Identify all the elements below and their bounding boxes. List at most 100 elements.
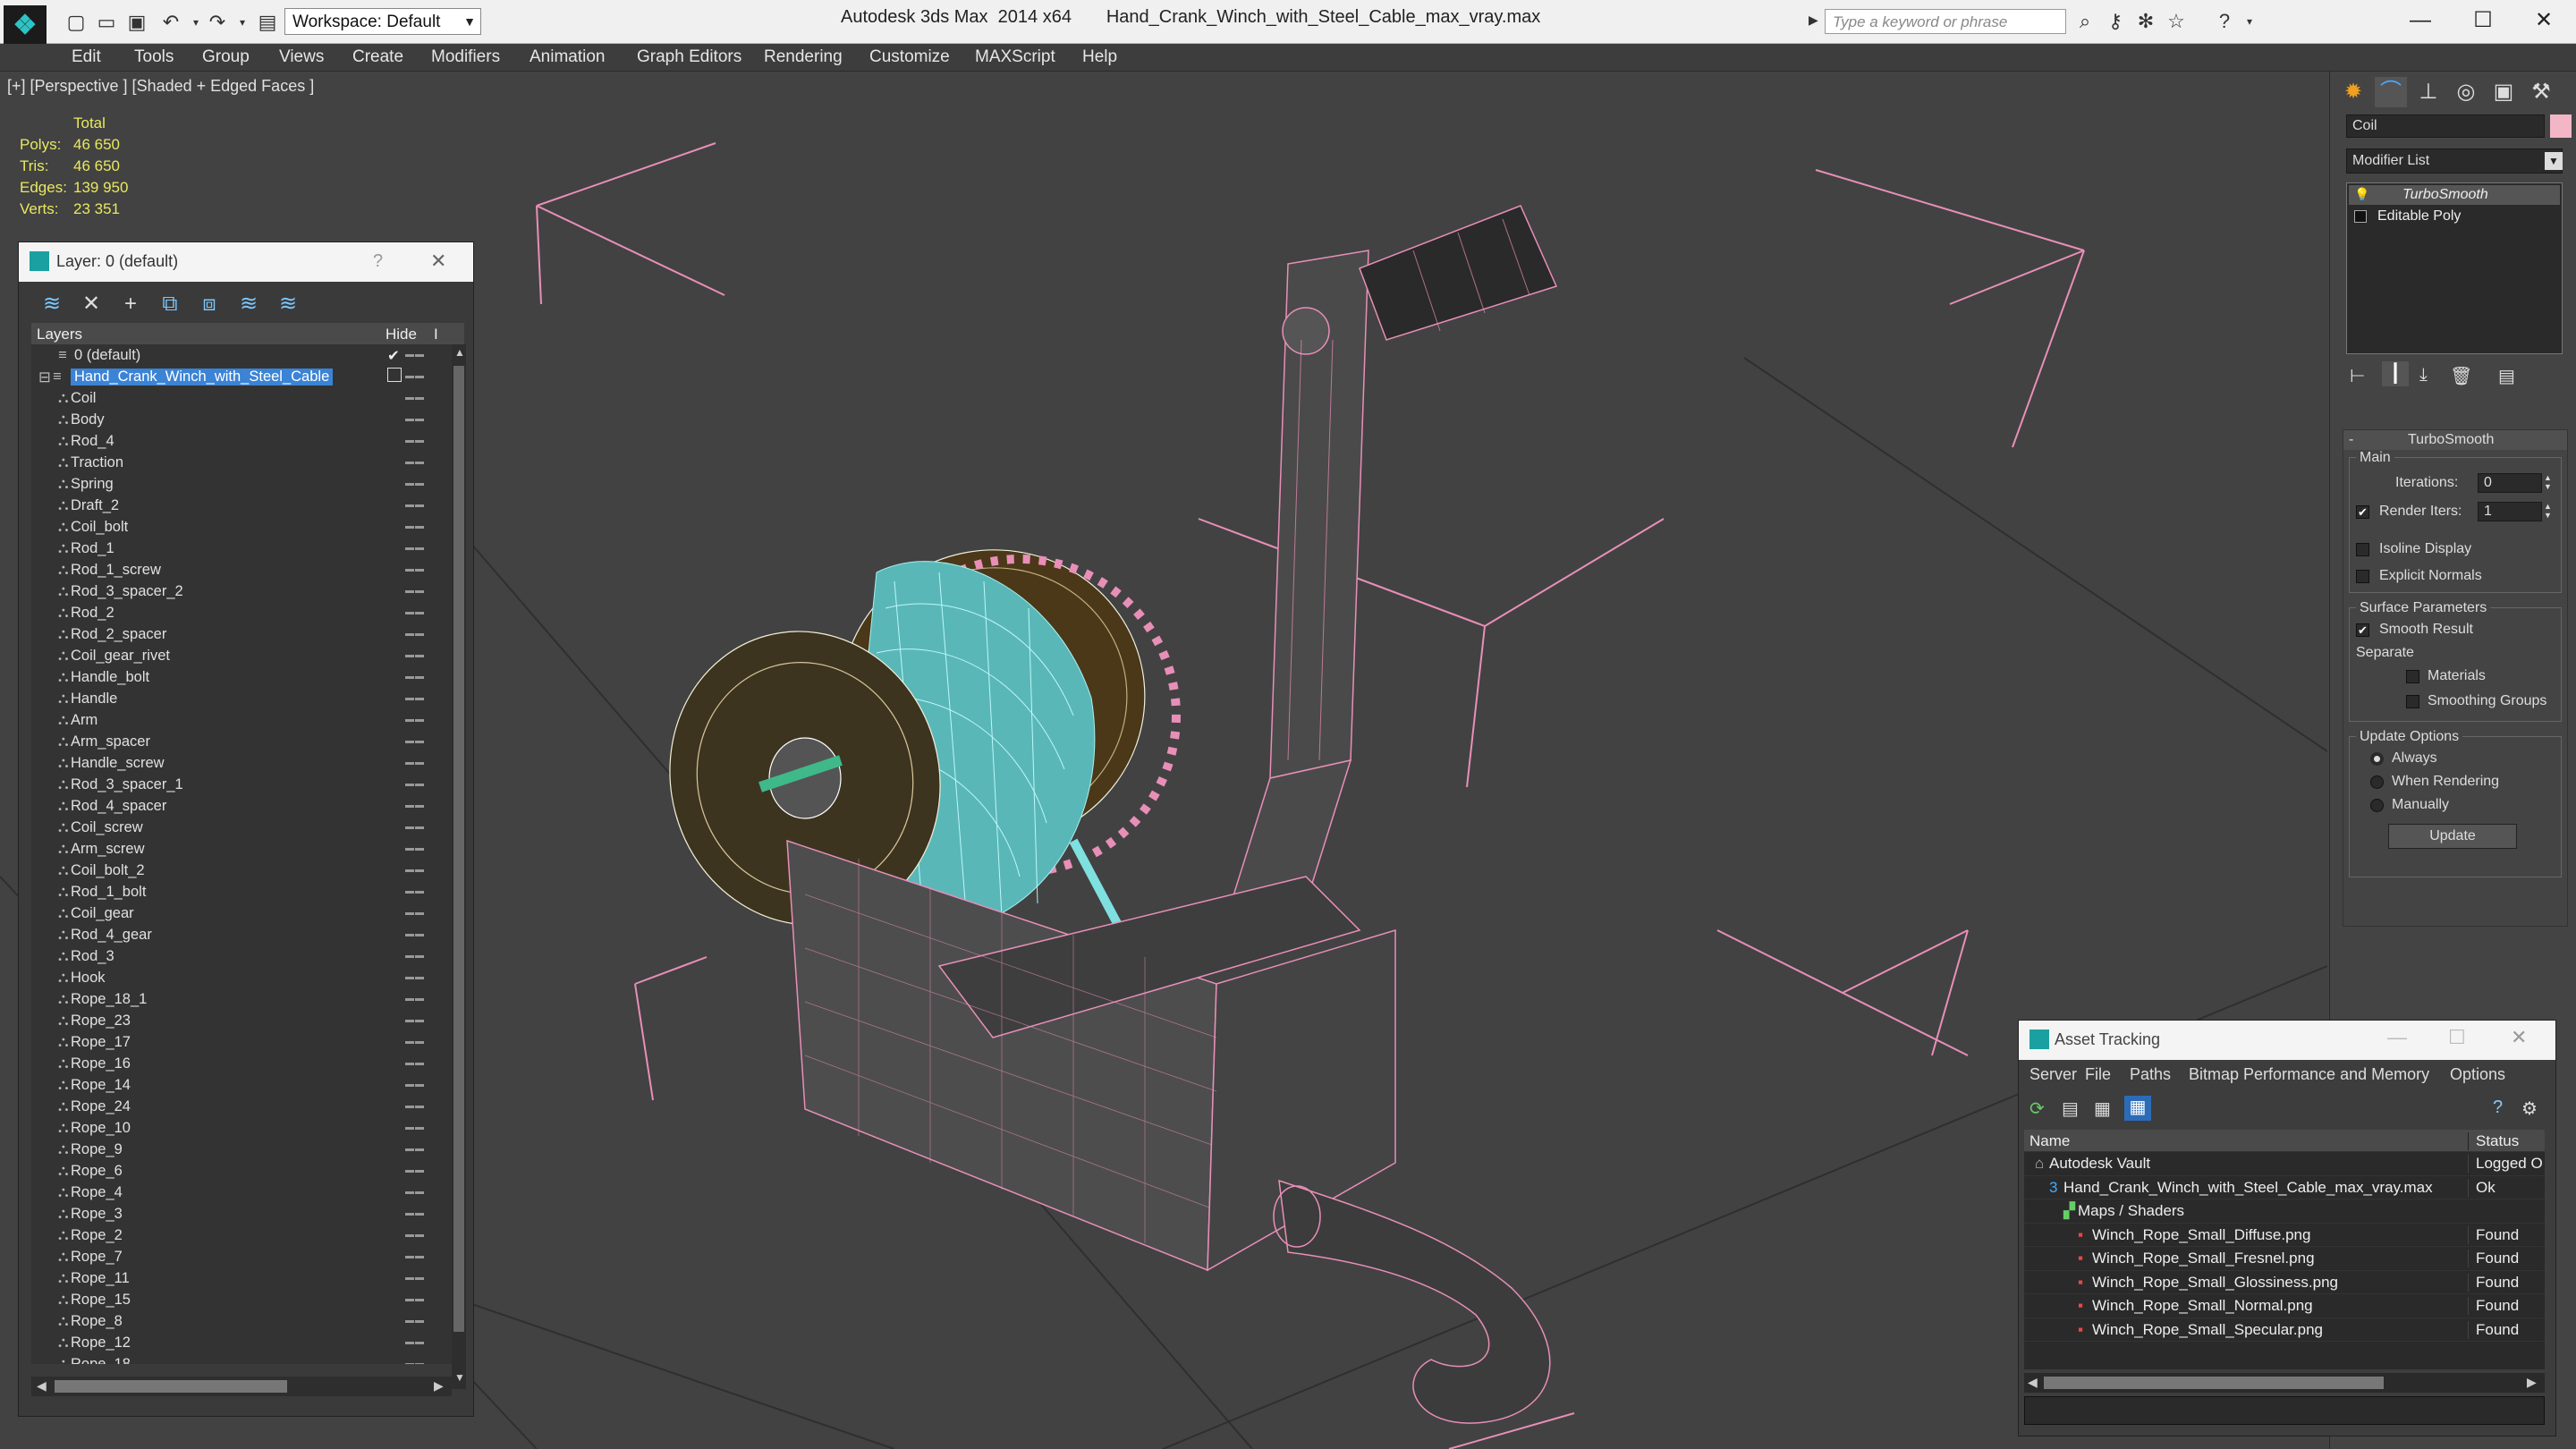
asset-menu-bitmap-performance[interactable]: Bitmap Performance and Memory bbox=[2189, 1065, 2429, 1084]
layer-object-row[interactable]: ⛬ Rope_8 ▬▬ bbox=[31, 1310, 452, 1332]
render-iters-checkbox[interactable]: ✔ bbox=[2356, 505, 2369, 519]
asset-row[interactable]: ▪ Winch_Rope_Small_Fresnel.png Found bbox=[2024, 1247, 2545, 1271]
menu-edit[interactable]: Edit bbox=[72, 44, 101, 71]
minimize-icon[interactable]: — bbox=[2387, 1026, 2407, 1049]
layer-object-row[interactable]: ⛬ Arm ▬▬ bbox=[31, 709, 452, 731]
asset-menu-paths[interactable]: Paths bbox=[2130, 1065, 2171, 1084]
asset-menu-file[interactable]: File bbox=[2085, 1065, 2111, 1084]
display-tab-icon[interactable]: ▣ bbox=[2487, 77, 2520, 107]
hide-toggle[interactable]: ▬▬ bbox=[405, 886, 425, 896]
scroll-left-icon[interactable]: ◀ bbox=[37, 1378, 47, 1394]
explicit-normals-checkbox[interactable] bbox=[2356, 570, 2369, 583]
app-logo-icon[interactable]: ❖ bbox=[4, 5, 47, 45]
detail-view-icon[interactable]: ▦ bbox=[2094, 1097, 2111, 1120]
freeze-all-icon[interactable]: ≋ bbox=[273, 291, 303, 318]
show-end-result-icon[interactable]: ┃ bbox=[2382, 361, 2409, 386]
redo-icon[interactable]: ↷ bbox=[204, 9, 231, 36]
search-input[interactable]: Type a keyword or phrase bbox=[1825, 9, 2066, 34]
menu-animation[interactable]: Animation bbox=[530, 44, 606, 71]
chevron-down-icon[interactable]: ▼ bbox=[458, 8, 481, 35]
layer-object-row[interactable]: ⛬ Coil_bolt_2 ▬▬ bbox=[31, 860, 452, 881]
redo-dropdown-icon[interactable]: ▾ bbox=[229, 9, 256, 36]
hide-toggle[interactable]: ▬▬ bbox=[405, 543, 425, 553]
table-view-icon[interactable]: ▦ bbox=[2124, 1096, 2151, 1121]
scroll-thumb[interactable] bbox=[453, 366, 464, 1332]
menu-customize[interactable]: Customize bbox=[869, 44, 950, 71]
list-view-icon[interactable]: ▤ bbox=[2062, 1097, 2079, 1120]
layer-object-row[interactable]: ⛬ Rod_4_spacer ▬▬ bbox=[31, 795, 452, 817]
highlight-layer-icon[interactable]: ⧈ bbox=[194, 291, 225, 318]
layer-object-row[interactable]: ⛬ Traction ▬▬ bbox=[31, 452, 452, 473]
layer-explorer-titlebar[interactable]: Layer: 0 (default) ? ✕ bbox=[19, 242, 473, 282]
hide-toggle[interactable]: ▬▬ bbox=[405, 972, 425, 982]
asset-row[interactable]: ▪ Winch_Rope_Small_Diffuse.png Found bbox=[2024, 1224, 2545, 1247]
hide-toggle[interactable]: ▬▬ bbox=[405, 564, 425, 574]
viewport-label[interactable]: [+] [Perspective ] [Shaded + Edged Faces… bbox=[7, 77, 314, 96]
column-hide[interactable]: Hide bbox=[386, 326, 417, 343]
create-tab-icon[interactable]: ✹ bbox=[2337, 77, 2369, 107]
update-button[interactable]: Update bbox=[2388, 824, 2517, 849]
layer-object-row[interactable]: ⛬ Spring ▬▬ bbox=[31, 473, 452, 495]
hide-toggle[interactable]: ▬▬ bbox=[405, 693, 425, 703]
help-dropdown-icon[interactable]: ▾ bbox=[2236, 9, 2263, 34]
utilities-tab-icon[interactable]: ⚒ bbox=[2525, 77, 2557, 107]
scroll-right-icon[interactable]: ▶ bbox=[2527, 1375, 2537, 1390]
scroll-thumb[interactable] bbox=[2044, 1377, 2384, 1389]
render-iters-spinner[interactable]: 1 bbox=[2478, 502, 2542, 521]
layer-horizontal-scrollbar[interactable]: ◀ ▶ bbox=[31, 1377, 452, 1396]
open-file-icon[interactable]: ▭ bbox=[93, 9, 120, 36]
close-icon[interactable]: ✕ bbox=[2511, 1026, 2527, 1049]
hide-toggle[interactable]: ▬▬ bbox=[405, 650, 425, 660]
hide-toggle[interactable]: ▬▬ bbox=[405, 758, 425, 767]
layer-object-row[interactable]: ⛬ Rod_4_gear ▬▬ bbox=[31, 924, 452, 945]
hide-toggle[interactable]: ▬▬ bbox=[405, 1080, 425, 1089]
hide-toggle[interactable]: ▬▬ bbox=[405, 1015, 425, 1025]
spinner-arrows-icon[interactable]: ▲ ▼ bbox=[2544, 502, 2552, 520]
layer-object-row[interactable]: ⛬ Rod_2_spacer ▬▬ bbox=[31, 623, 452, 645]
hide-toggle[interactable]: ▬▬ bbox=[405, 908, 425, 918]
layer-object-row[interactable]: ⛬ Arm_screw ▬▬ bbox=[31, 838, 452, 860]
layer-object-row[interactable]: ⛬ Arm_spacer ▬▬ bbox=[31, 731, 452, 752]
save-icon[interactable]: ▣ bbox=[123, 9, 150, 36]
column-status[interactable]: Status bbox=[2468, 1132, 2519, 1150]
scroll-right-icon[interactable]: ▶ bbox=[434, 1378, 444, 1394]
hide-toggle[interactable]: ▬▬ bbox=[405, 1165, 425, 1175]
undo-icon[interactable]: ↶ bbox=[157, 9, 184, 36]
hide-toggle[interactable]: ▬▬ bbox=[405, 801, 425, 810]
layer-object-row[interactable]: ⛬ Coil_gear_rivet ▬▬ bbox=[31, 645, 452, 666]
active-layer-check-icon[interactable]: ✔ bbox=[387, 347, 400, 365]
layer-object-row[interactable]: ⛬ Rod_3_spacer_2 ▬▬ bbox=[31, 580, 452, 602]
layer-object-row[interactable]: ⛬ Rod_1_bolt ▬▬ bbox=[31, 881, 452, 902]
column-layers[interactable]: Layers bbox=[37, 326, 82, 343]
community-icon[interactable]: ✻ bbox=[2132, 9, 2159, 34]
maximize-icon[interactable]: ☐ bbox=[2451, 4, 2515, 38]
asset-tracking-titlebar[interactable]: Asset Tracking — ☐ ✕ bbox=[2019, 1021, 2555, 1060]
refresh-icon[interactable]: ⟳ bbox=[2029, 1097, 2045, 1120]
close-icon[interactable]: ✕ bbox=[430, 250, 446, 273]
settings-icon[interactable]: ⚙ bbox=[2521, 1097, 2538, 1120]
asset-horizontal-scrollbar[interactable]: ◀ ▶ bbox=[2024, 1373, 2545, 1393]
hide-toggle[interactable]: ▬▬ bbox=[405, 865, 425, 875]
layer-row-default[interactable]: ≡ 0 (default) ✔ ▬▬ bbox=[31, 344, 452, 366]
expand-box-icon[interactable] bbox=[2354, 210, 2367, 223]
modifier-list-dropdown[interactable]: Modifier List bbox=[2346, 148, 2563, 174]
workspace-selector[interactable]: Workspace: Default bbox=[284, 8, 481, 35]
object-color-swatch[interactable] bbox=[2550, 114, 2572, 138]
hide-toggle[interactable]: ▬▬ bbox=[405, 1273, 425, 1283]
minimize-icon[interactable]: — bbox=[2388, 4, 2453, 38]
hide-toggle[interactable]: ▬▬ bbox=[405, 779, 425, 789]
hide-toggle[interactable]: ▬▬ bbox=[405, 1058, 425, 1068]
hide-toggle[interactable]: ▬▬ bbox=[405, 1359, 425, 1364]
remove-modifier-icon[interactable]: 🗑 bbox=[2450, 365, 2472, 387]
hide-toggle[interactable]: ▬▬ bbox=[405, 1230, 425, 1240]
hide-toggle[interactable]: ▬▬ bbox=[405, 736, 425, 746]
menu-modifiers[interactable]: Modifiers bbox=[431, 44, 500, 71]
object-name-field[interactable]: Coil bbox=[2346, 114, 2545, 138]
layer-object-row[interactable]: ⛬ Rod_1_screw ▬▬ bbox=[31, 559, 452, 580]
layer-object-row[interactable]: ⛬ Rope_9 ▬▬ bbox=[31, 1139, 452, 1160]
layer-object-row[interactable]: ⛬ Rod_4 ▬▬ bbox=[31, 430, 452, 452]
asset-row[interactable]: 3 Hand_Crank_Winch_with_Steel_Cable_max_v… bbox=[2024, 1176, 2545, 1199]
menu-graph-editors[interactable]: Graph Editors bbox=[637, 44, 741, 71]
configure-sets-icon[interactable]: ▤ bbox=[2498, 365, 2515, 387]
hide-toggle[interactable]: ▬▬ bbox=[405, 951, 425, 961]
